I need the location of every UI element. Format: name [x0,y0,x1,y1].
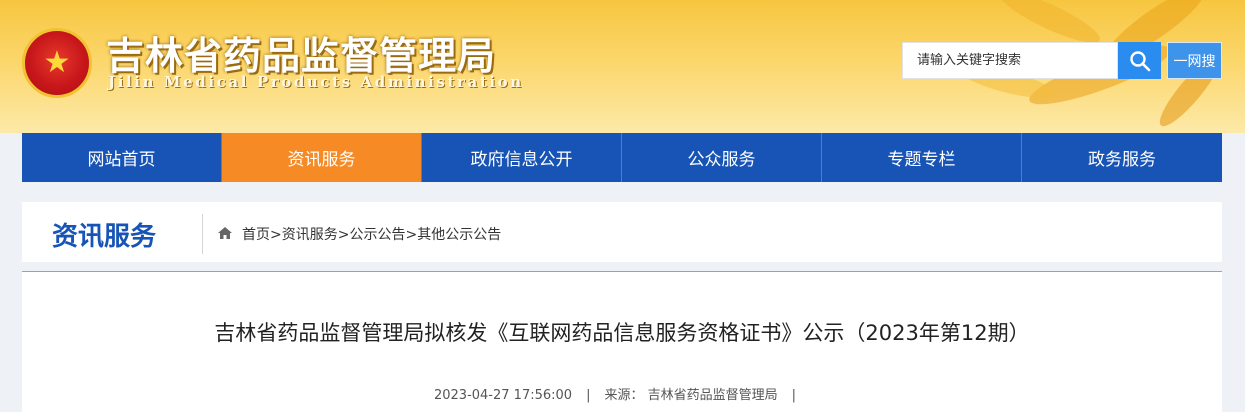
search-button[interactable] [1118,42,1161,79]
main-nav: 网站首页 资讯服务 政府信息公开 公众服务 专题专栏 政务服务 [22,133,1222,182]
nav-item-news-services[interactable]: 资讯服务 [222,133,422,182]
nav-item-gov-info[interactable]: 政府信息公开 [422,133,622,182]
nav-item-public-services[interactable]: 公众服务 [622,133,822,182]
article-panel: 吉林省药品监督管理局拟核发《互联网药品信息服务资格证书》公示（2023年第12期… [22,271,1222,412]
source-label: 来源： [604,388,644,403]
breadcrumb-bar: 资讯服务 首页>资讯服务>公示公告>其他公示公告 [22,202,1222,262]
search-icon [1129,50,1150,71]
home-icon [218,227,232,239]
nav-item-home[interactable]: 网站首页 [22,133,222,182]
publish-date: 2023-04-27 17:56:00 [433,388,573,403]
site-header: ★ 吉林省药品监督管理局 Jilin Medical Products Admi… [0,0,1245,133]
site-title-english: Jilin Medical Products Administration [108,73,524,91]
search-input[interactable] [903,43,1117,78]
divider [202,214,203,254]
site-title[interactable]: 吉林省药品监督管理局 [106,25,496,80]
search-input-wrapper [902,42,1118,79]
national-emblem-icon[interactable]: ★ [22,28,92,98]
section-title: 资讯服务 [52,222,157,252]
source-value: 吉林省药品监督管理局 [647,388,778,403]
article-meta: 2023-04-27 17:56:00 | 来源： 吉林省药品监督管理局 | [433,388,797,403]
one-web-search-button[interactable]: 一网搜 [1167,42,1222,79]
nav-item-gov-services[interactable]: 政务服务 [1022,133,1222,182]
article-title: 吉林省药品监督管理局拟核发《互联网药品信息服务资格证书》公示（2023年第12期… [214,321,1030,345]
breadcrumb[interactable]: 首页>资讯服务>公示公告>其他公示公告 [242,224,501,244]
nav-item-special-topics[interactable]: 专题专栏 [822,133,1022,182]
